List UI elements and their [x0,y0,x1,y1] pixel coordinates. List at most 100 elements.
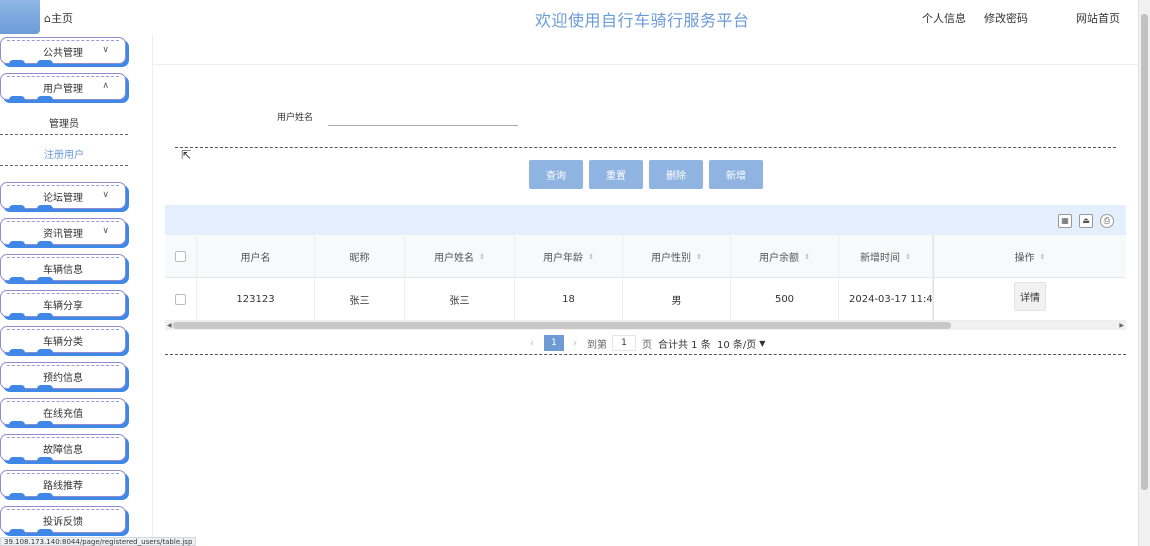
column-header[interactable]: 用户姓名 ⇕ [405,235,515,278]
sidebar-menu-label: 预约信息 [43,373,83,384]
sort-icon[interactable]: ⇕ [588,253,594,261]
export-icon[interactable]: ⏏ [1079,214,1093,228]
sidebar-menu-forum[interactable]: 论坛管理 ∨ [0,182,126,209]
reset-button[interactable]: 重置 [589,160,643,189]
row-checkbox[interactable] [175,294,186,305]
sidebar-menu-label: 用户管理 [43,84,83,95]
add-button[interactable]: 新增 [709,160,763,189]
table-header: 用户名 昵称 用户姓名 ⇕ 用户年龄 ⇕ 用户性别 ⇕ 用户余额 ⇕ 新增时间 ⇕ 操作 ⇕ [165,235,1126,278]
menu-dash [7,257,119,258]
column-header-label: 新增时间 [860,253,901,264]
sidebar-separator [0,165,128,166]
menu-dash [7,509,119,510]
sidebar-menu-vehicle-category[interactable]: 车辆分类 [0,326,126,353]
menu-dash [7,293,119,294]
sidebar-menu-public[interactable]: 公共管理 ∨ [0,37,126,64]
home-link[interactable]: ⌂主页 [44,10,73,26]
grid-icon[interactable]: ▦ [1058,214,1072,228]
menu-dash [7,401,119,402]
nav-site-home[interactable]: 网站首页 [1076,10,1120,26]
print-icon[interactable]: ⎙ [1100,214,1114,228]
sort-icon[interactable]: ⇕ [804,253,810,261]
search-input[interactable] [328,106,518,126]
table-row: 123123 张三 张三 18 男 500 2024-03-17 11:45:4… [165,278,1126,321]
sidebar-menu-label: 在线充值 [43,409,83,420]
nav-profile[interactable]: 个人信息 [922,10,966,26]
detail-button[interactable]: 详情 [1014,282,1046,311]
nav-change-password[interactable]: 修改密码 [984,10,1028,26]
column-header-label: 用户性别 [651,253,692,264]
sidebar-menu-label: 论坛管理 [43,193,83,204]
goto-page-input[interactable]: 1 [612,335,636,351]
horizontal-scrollbar[interactable]: ◀ ▶ [165,321,1126,330]
sort-icon[interactable]: ⇕ [905,253,911,261]
sidebar-subitem-admin[interactable]: 管理员 [0,115,128,130]
sidebar-menu-label: 车辆分享 [43,301,83,312]
sidebar-menu-feedback[interactable]: 投诉反馈 [0,506,126,533]
table-cell: 123123 [197,278,315,321]
column-header[interactable]: 用户余额 ⇕ [731,235,839,278]
current-page[interactable]: 1 [544,335,564,351]
select-all-cell [165,235,197,278]
column-header[interactable]: 操作 ⇕ [933,235,1126,278]
delete-button[interactable]: 删除 [649,160,703,189]
select-all-checkbox[interactable] [175,251,186,262]
sidebar-menu-users[interactable]: 用户管理 ∧ [0,73,126,100]
sidebar-menu-news[interactable]: 资讯管理 ∨ [0,218,126,245]
scroll-right-icon[interactable]: ▶ [1119,321,1124,330]
table-cell: 18 [515,278,623,321]
chevron-up-icon: ∧ [102,81,109,91]
site-title: 欢迎使用自行车骑行服务平台 [535,11,750,30]
column-header-label: 用户名 [240,253,271,264]
prev-page-icon[interactable]: ‹ [530,335,534,351]
column-header-label: 用户姓名 [434,253,475,264]
column-header-label: 昵称 [349,253,370,264]
menu-dash [7,40,119,41]
home-label: 主页 [50,12,73,25]
column-header: 用户名 [197,235,315,278]
column-header: 昵称 [315,235,405,278]
sort-icon[interactable]: ⇕ [479,253,485,261]
page-size-select[interactable]: 10 条/页 ▼ [717,335,765,351]
sidebar-menu-fault[interactable]: 故障信息 [0,434,126,461]
sidebar-menu-routes[interactable]: 路线推荐 [0,470,126,497]
table-toolbar: ▦ ⏏ ⎙ [165,205,1126,235]
sidebar-menu-label: 故障信息 [43,445,83,456]
menu-dash [7,365,119,366]
sidebar-menu-reservation[interactable]: 预约信息 [0,362,126,389]
chevron-down-icon: ▼ [759,338,766,348]
sidebar-menu-label: 资讯管理 [43,229,83,240]
vertical-scroll-thumb[interactable] [1141,14,1148,490]
menu-dash [7,221,119,222]
column-header[interactable]: 新增时间 ⇕ [839,235,933,278]
chevron-down-icon: ∨ [102,226,109,236]
column-header-label: 用户余额 [759,253,800,264]
cursor-icon: ⇱ [181,148,192,162]
sidebar-menu-vehicle-info[interactable]: 车辆信息 [0,254,126,281]
table-cell: 张三 [315,278,405,321]
vertical-scrollbar[interactable] [1138,0,1150,546]
sidebar-menu-recharge[interactable]: 在线充值 [0,398,126,425]
table-cell: 500 [731,278,839,321]
sort-icon[interactable]: ⇕ [1040,253,1046,261]
total-count: 合计共 1 条 [658,339,711,351]
column-header[interactable]: 用户性别 ⇕ [623,235,731,278]
sidebar-subitem-registered-users[interactable]: 注册用户 [0,146,128,161]
sidebar-separator [0,134,128,135]
sort-icon[interactable]: ⇕ [696,253,702,261]
query-button[interactable]: 查询 [529,160,583,189]
data-table: ▦ ⏏ ⎙ 用户名 昵称 用户姓名 ⇕ 用户年龄 ⇕ 用户性别 ⇕ 用户余额 ⇕ 新增时… [165,205,1126,355]
sidebar-menu-label: 投诉反馈 [43,517,83,528]
column-header-label: 操作 [1014,253,1035,264]
column-header[interactable]: 用户年龄 ⇕ [515,235,623,278]
page-size-label: 10 条/页 [717,339,757,351]
top-header: ⌂主页 欢迎使用自行车骑行服务平台 个人信息 修改密码 网站首页 [0,0,1138,34]
next-page-icon[interactable]: › [573,335,577,351]
logo-block [0,0,40,34]
page-suffix: 页 [642,339,652,351]
sidebar-menu-vehicle-share[interactable]: 车辆分享 [0,290,126,317]
table-cell: 张三 [405,278,515,321]
menu-dash [7,437,119,438]
horizontal-scroll-thumb[interactable] [173,322,951,329]
scroll-left-icon[interactable]: ◀ [167,321,172,330]
